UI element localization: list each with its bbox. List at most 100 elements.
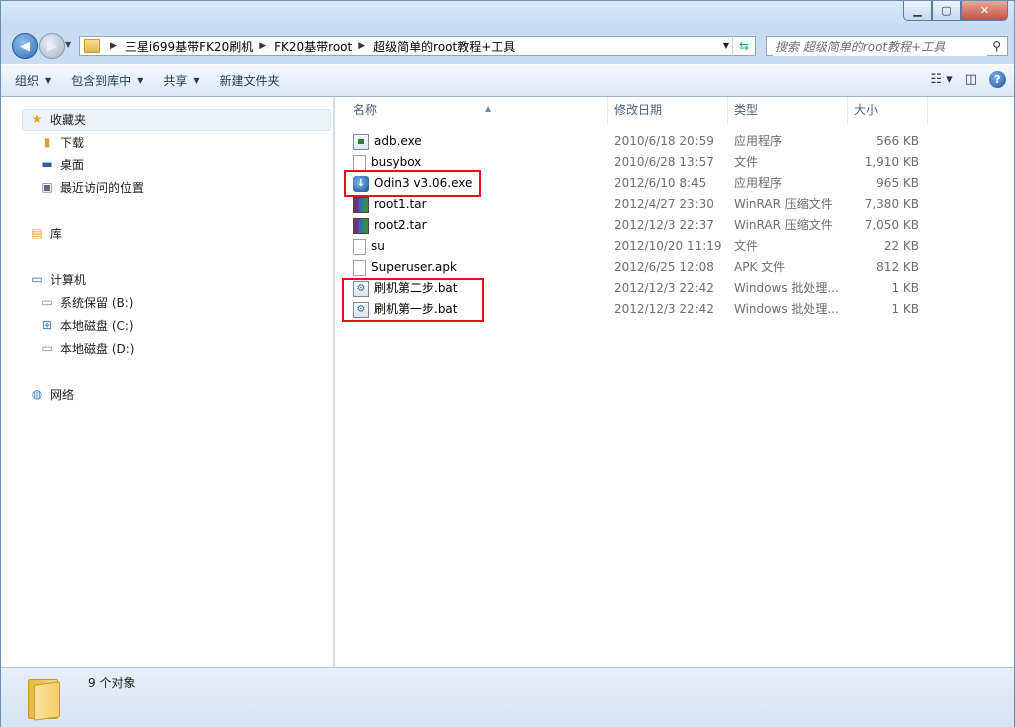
forward-arrow-icon: ▶ <box>47 38 57 54</box>
file-type: WinRAR 压缩文件 <box>734 197 833 211</box>
sidebar-item-drive-b[interactable]: ▭ 系统保留 (B:) <box>39 293 133 311</box>
file-date: 2012/12/3 22:42 <box>614 281 714 295</box>
search-box[interactable]: ⚲ <box>766 36 1008 56</box>
command-bar: 组织 ▼ 包含到库中 ▼ 共享 ▼ 新建文件夹 ☷ ▾ ◫ ? <box>1 64 1014 97</box>
file-type: Windows 批处理... <box>734 281 839 295</box>
sidebar-item-drive-d[interactable]: ▭ 本地磁盘 (D:) <box>39 339 134 357</box>
maximize-button[interactable]: ▢ <box>932 1 961 21</box>
file-date: 2012/12/3 22:37 <box>614 218 714 232</box>
chevron-right-icon[interactable]: ▶ <box>358 41 365 51</box>
sidebar-label: 库 <box>50 226 63 241</box>
close-button[interactable]: ✕ <box>961 1 1008 21</box>
sidebar-item-computer[interactable]: ▭ 计算机 <box>29 270 86 288</box>
drive-icon: ▭ <box>41 295 53 309</box>
file-type: Windows 批处理... <box>734 302 839 316</box>
sidebar-label: 本地磁盘 (C:) <box>60 318 134 333</box>
recent-places-icon: ▣ <box>41 180 53 194</box>
minimize-button[interactable]: ▁ <box>903 1 932 21</box>
windows-drive-icon: ⊞ <box>41 318 53 332</box>
sidebar-item-recent[interactable]: ▣ 最近访问的位置 <box>39 178 144 196</box>
file-size: 22 KB <box>883 239 919 253</box>
sidebar-item-downloads[interactable]: ▮ 下载 <box>39 133 84 151</box>
column-date[interactable]: 修改日期 <box>608 97 728 124</box>
file-size: 7,050 KB <box>864 218 919 232</box>
search-input[interactable] <box>773 38 987 56</box>
file-row[interactable]: su 2012/10/20 11:19 文件 22 KB <box>335 236 1014 257</box>
file-type: 应用程序 <box>734 134 783 148</box>
sidebar-item-network[interactable]: ◍ 网络 <box>29 385 74 403</box>
network-icon: ◍ <box>31 387 43 401</box>
file-row[interactable]: root1.tar 2012/4/27 23:30 WinRAR 压缩文件 7,… <box>335 194 1014 215</box>
chevron-down-icon: ▼ <box>45 76 52 85</box>
file-date: 2010/6/18 20:59 <box>614 134 714 148</box>
file-type: WinRAR 压缩文件 <box>734 218 833 232</box>
recent-pages-dropdown[interactable]: ▼ <box>65 40 71 49</box>
folder-icon <box>84 39 100 53</box>
column-type-label: 类型 <box>734 103 759 117</box>
highlight-box-bat-files <box>342 278 484 322</box>
file-name-cell: root1.tar <box>353 194 427 215</box>
breadcrumb-item[interactable]: FK20基带root <box>274 38 352 55</box>
address-bar[interactable]: ▶ 三星i699基带FK20刷机 ▶ FK20基带root ▶ 超级简单的roo… <box>79 36 756 56</box>
column-date-label: 修改日期 <box>614 103 663 117</box>
file-size: 1 KB <box>891 302 919 316</box>
sidebar-item-favorites[interactable]: ★ 收藏夹 <box>29 110 86 128</box>
sidebar-item-libraries[interactable]: ▤ 库 <box>29 224 62 242</box>
file-type: 文件 <box>734 239 759 253</box>
include-in-library-button[interactable]: 包含到库中 ▼ <box>71 72 143 89</box>
download-folder-icon: ▮ <box>43 135 51 149</box>
refresh-icon[interactable]: ⇆ <box>732 36 755 56</box>
file-name-cell: su <box>353 236 385 257</box>
breadcrumb-item[interactable]: 超级简单的root教程+工具 <box>373 38 515 55</box>
sidebar-item-drive-c[interactable]: ⊞ 本地磁盘 (C:) <box>39 316 134 334</box>
file-size: 965 KB <box>876 176 919 190</box>
new-folder-button[interactable]: 新建文件夹 <box>220 72 280 89</box>
breadcrumb-item[interactable]: 三星i699基带FK20刷机 <box>125 38 253 55</box>
library-icon: ▤ <box>31 226 43 240</box>
chevron-right-icon[interactable]: ▶ <box>110 41 117 51</box>
file-row[interactable]: root2.tar 2012/12/3 22:37 WinRAR 压缩文件 7,… <box>335 215 1014 236</box>
sidebar-label: 本地磁盘 (D:) <box>60 341 135 356</box>
file-type: 文件 <box>734 155 759 169</box>
file-size: 1 KB <box>891 281 919 295</box>
organize-button[interactable]: 组织 ▼ <box>15 72 51 89</box>
file-name-cell: Superuser.apk <box>353 257 457 278</box>
file-date: 2012/6/25 12:08 <box>614 260 714 274</box>
file-date: 2012/4/27 23:30 <box>614 197 714 211</box>
file-row[interactable]: adb.exe 2010/6/18 20:59 应用程序 566 KB <box>335 131 1014 152</box>
file-list: 名称 ▲ 修改日期 类型 大小 adb.exe 2010/6/18 20:59 应… <box>335 97 1014 667</box>
sidebar-label: 最近访问的位置 <box>60 180 145 195</box>
column-type[interactable]: 类型 <box>728 97 848 124</box>
file-date: 2012/12/3 22:42 <box>614 302 714 316</box>
sort-ascending-icon: ▲ <box>485 104 492 113</box>
view-options-icon[interactable]: ☷ ▾ <box>930 72 952 87</box>
help-icon[interactable]: ? <box>989 71 1006 88</box>
column-name[interactable]: 名称 ▲ <box>347 97 608 124</box>
column-size[interactable]: 大小 <box>848 97 928 124</box>
sidebar-item-desktop[interactable]: ▬ 桌面 <box>39 155 84 173</box>
file-icon <box>353 238 366 255</box>
file-name: root2.tar <box>374 218 427 232</box>
window-controls: ▁ ▢ ✕ <box>903 1 1008 21</box>
preview-pane-icon[interactable]: ◫ <box>965 72 977 87</box>
file-date: 2010/6/28 13:57 <box>614 155 714 169</box>
file-size: 7,380 KB <box>864 197 919 211</box>
back-button[interactable]: ◀ <box>12 33 38 59</box>
column-name-label: 名称 <box>353 103 378 117</box>
highlight-box-odin <box>344 170 481 197</box>
chevron-down-icon: ▼ <box>137 76 144 85</box>
sidebar-label: 系统保留 (B:) <box>60 295 134 310</box>
file-name: adb.exe <box>374 134 422 148</box>
title-bar[interactable]: ▁ ▢ ✕ <box>1 1 1014 29</box>
file-size: 566 KB <box>876 134 919 148</box>
address-dropdown-icon[interactable]: ▼ <box>723 41 729 50</box>
file-row[interactable]: Superuser.apk 2012/6/25 12:08 APK 文件 812… <box>335 257 1014 278</box>
forward-button[interactable]: ▶ <box>39 33 65 59</box>
details-pane: 9 个对象 <box>1 667 1014 727</box>
search-icon[interactable]: ⚲ <box>992 39 1001 53</box>
share-button[interactable]: 共享 ▼ <box>163 72 199 89</box>
winrar-archive-icon <box>353 196 369 213</box>
chevron-right-icon[interactable]: ▶ <box>259 41 266 51</box>
file-size: 1,910 KB <box>864 155 919 169</box>
desktop-icon: ▬ <box>41 157 53 171</box>
